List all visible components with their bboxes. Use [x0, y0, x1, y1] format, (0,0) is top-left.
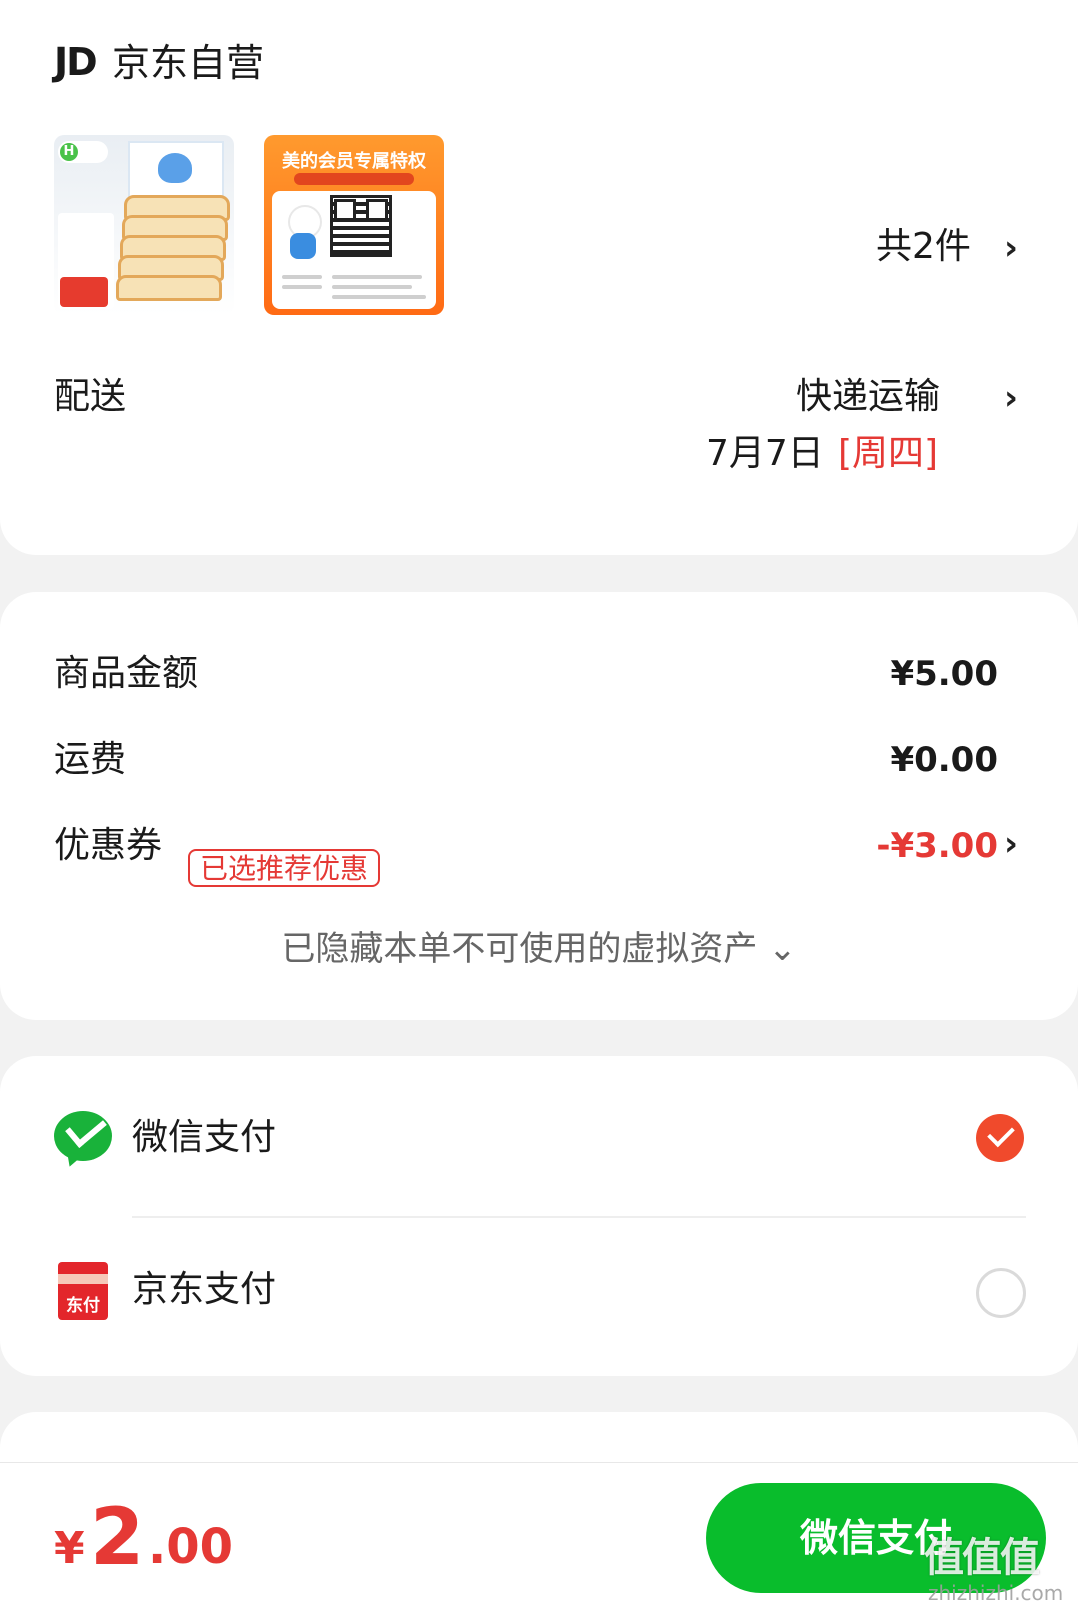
chevron-right-icon[interactable]: › [1004, 824, 1018, 864]
total-currency: ¥ [54, 1523, 85, 1574]
goods-amount-label: 商品金额 [54, 653, 199, 694]
coupon-value[interactable]: -¥3.00 [876, 826, 998, 866]
delivery-label: 配送 [54, 376, 127, 417]
wechat-pay-icon [54, 1108, 112, 1170]
unselected-radio-icon[interactable] [976, 1268, 1026, 1318]
price-tag [60, 277, 108, 307]
price-summary-card: 商品金额 ¥5.00 运费 ¥0.00 优惠券 已选推荐优惠 -¥3.00 › … [0, 592, 1078, 1020]
member-card-subtitle-bar [294, 173, 414, 185]
jd-pay-label[interactable]: 京东支付 [132, 1268, 276, 1312]
jd-pay-icon: 东付 [58, 1262, 108, 1320]
goods-amount-value: ¥5.00 [890, 654, 998, 694]
member-card-panel [272, 191, 436, 309]
chevron-right-icon[interactable]: › [1004, 228, 1018, 268]
watermark-logo: 值值值 [924, 1535, 1040, 1581]
qr-code-icon [330, 195, 392, 257]
store-name: 京东自营 [112, 41, 265, 85]
delivery-weekday: [周四] [838, 433, 939, 474]
coupon-recommended-badge: 已选推荐优惠 [188, 849, 381, 887]
product-thumbnail-member-card[interactable]: 美的会员专属特权 [264, 135, 444, 315]
delivery-method[interactable]: 快递运输 [796, 375, 940, 419]
member-card-title: 美的会员专属特权 [282, 151, 426, 172]
chevron-right-icon[interactable]: › [1004, 378, 1018, 418]
hidden-assets-toggle[interactable]: 已隐藏本单不可使用的虚拟资产 ⌄ [0, 927, 1078, 971]
watermark-url: zhizhizhi.com [928, 1581, 1064, 1605]
total-integer: 2 [90, 1493, 145, 1583]
total-decimal: .00 [148, 1519, 234, 1575]
delivery-date: 7月7日 [706, 433, 824, 474]
store-card: JD 京东自营 H 美的会员专属特权 共2件 › 配送 快递运输 › 7月7日 … [0, 0, 1078, 555]
shipping-value: ¥0.00 [890, 740, 998, 780]
bread-image [116, 185, 230, 301]
checkout-bar: ¥ 2 .00 微信支付 值值值 zhizhizhi.com [0, 1462, 1078, 1615]
selected-radio-icon[interactable] [976, 1114, 1024, 1162]
divider [132, 1216, 1026, 1218]
brand-badge: H [58, 141, 108, 163]
item-count[interactable]: 共2件 [876, 225, 971, 269]
product-thumbnail-bread[interactable]: H [54, 135, 234, 315]
jd-logo: JD [54, 40, 98, 84]
wechat-pay-label[interactable]: 微信支付 [132, 1116, 276, 1160]
coupon-label: 优惠券 [54, 825, 163, 866]
payment-method-card: 微信支付 东付 京东支付 [0, 1056, 1078, 1376]
shipping-label: 运费 [54, 739, 127, 780]
